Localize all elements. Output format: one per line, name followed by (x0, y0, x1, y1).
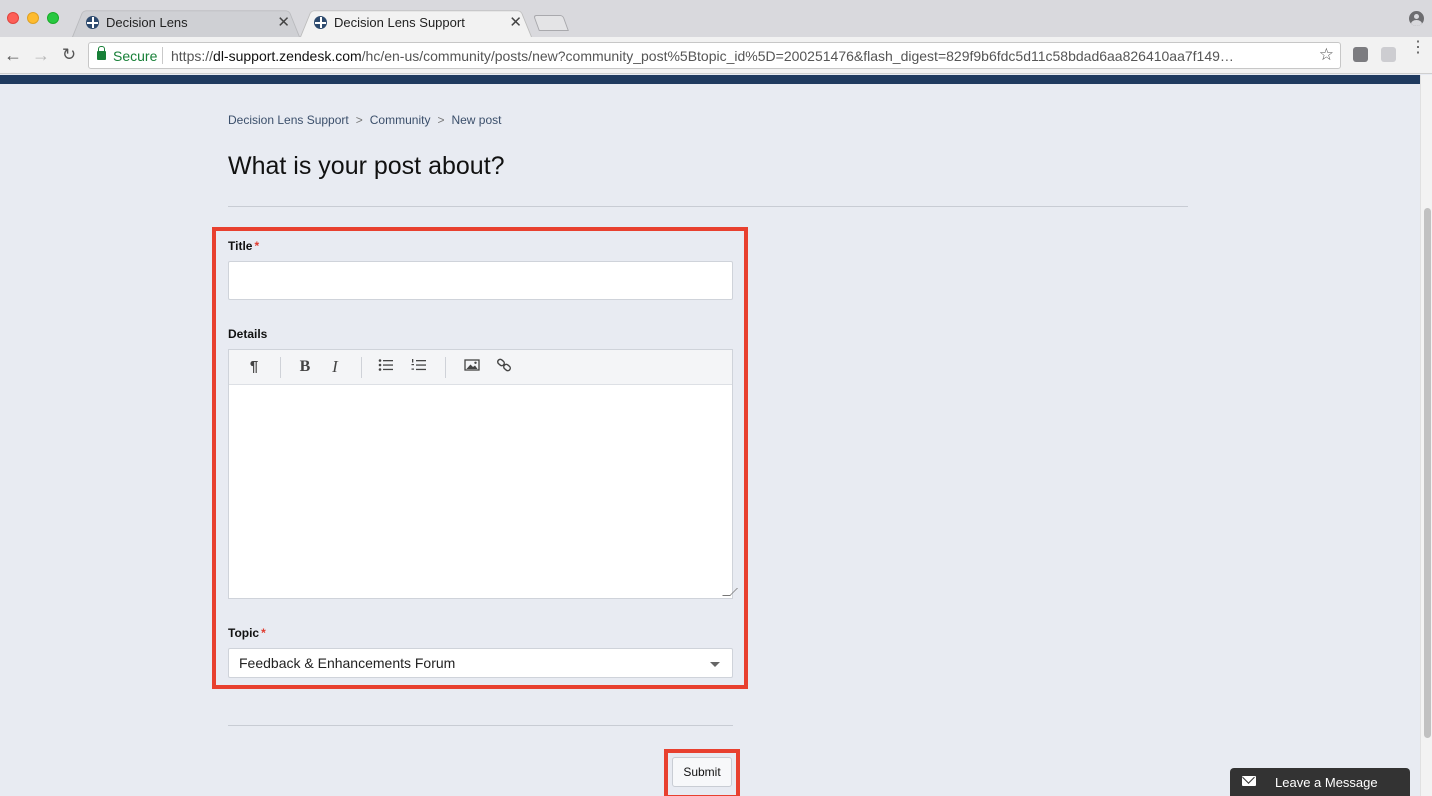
page-scrollbar[interactable] (1420, 75, 1432, 796)
editor-toolbar: ¶ B I (229, 350, 732, 385)
toolbar-divider (280, 357, 281, 378)
breadcrumb-separator: > (355, 113, 363, 127)
toolbar-divider (445, 357, 446, 378)
url-path: /hc/en-us/community/posts/new?community_… (361, 48, 1234, 64)
title-label-text: Title (228, 239, 253, 253)
toolbar-divider (361, 357, 362, 378)
bold-icon[interactable]: B (295, 358, 315, 376)
tab-label: Decision Lens Support (334, 15, 465, 30)
tab-label: Decision Lens (106, 15, 188, 30)
minimize-window-button[interactable] (27, 12, 39, 24)
close-tab-icon[interactable]: ✕ (509, 13, 522, 31)
breadcrumb-community-link[interactable]: Community (370, 113, 431, 127)
image-icon[interactable] (462, 358, 482, 376)
url-host: dl-support.zendesk.com (213, 48, 362, 64)
envelope-icon (1242, 776, 1256, 786)
topic-selected-value: Feedback & Enhancements Forum (239, 655, 456, 671)
leave-message-widget[interactable]: Leave a Message (1230, 768, 1410, 796)
secure-label: Secure (113, 48, 158, 64)
back-icon[interactable]: ← (3, 45, 23, 65)
breadcrumb-new-post-link[interactable]: New post (451, 113, 501, 127)
new-tab-button[interactable] (533, 15, 569, 31)
breadcrumb-separator: > (437, 113, 445, 127)
leave-message-label: Leave a Message (1275, 775, 1378, 790)
decision-lens-favicon-icon (314, 16, 327, 29)
breadcrumb-support-link[interactable]: Decision Lens Support (228, 113, 349, 127)
browser-tab-strip: Decision Lens ✕ Decision Lens Support ✕ (0, 0, 1432, 37)
breadcrumb: Decision Lens Support > Community > New post (228, 113, 502, 127)
details-label: Details (228, 327, 268, 341)
decision-lens-favicon-icon (86, 16, 99, 29)
tab-decision-lens[interactable]: Decision Lens ✕ (72, 7, 300, 37)
close-window-button[interactable] (7, 12, 19, 24)
close-tab-icon[interactable]: ✕ (277, 13, 290, 31)
zoom-window-button[interactable] (47, 12, 59, 24)
url-divider (162, 47, 163, 64)
url-text[interactable]: https://dl-support.zendesk.com/hc/en-us/… (171, 48, 1311, 64)
topic-select[interactable]: Feedback & Enhancements Forum (228, 648, 733, 678)
chevron-down-icon (710, 662, 720, 667)
extension-icon[interactable] (1353, 47, 1368, 62)
reload-icon[interactable]: ↻ (59, 45, 79, 65)
numbered-list-icon[interactable] (409, 358, 429, 376)
details-editor[interactable]: ¶ B I (228, 349, 738, 599)
lock-icon (97, 46, 106, 60)
title-label: Title * (228, 239, 259, 253)
required-mark: * (261, 626, 266, 640)
browser-toolbar: ← → ↻ Secure https://dl-support.zendesk.… (0, 37, 1432, 74)
page-content: Decision Lens Support > Community > New post… (0, 75, 1420, 796)
italic-icon[interactable]: I (325, 358, 345, 376)
page-title: What is your post about? (228, 152, 505, 180)
tab-decision-lens-support[interactable]: Decision Lens Support ✕ (300, 7, 532, 37)
star-icon[interactable]: ☆ (1319, 45, 1334, 65)
form-bottom-divider (228, 725, 733, 726)
url-prefix: https:// (171, 48, 214, 64)
bulleted-list-icon[interactable] (376, 358, 396, 376)
site-header-strip (0, 75, 1420, 84)
paragraph-format-icon[interactable]: ¶ (244, 358, 264, 376)
profile-icon[interactable] (1409, 11, 1424, 26)
menu-icon[interactable]: ⋮ (1410, 40, 1426, 56)
title-input[interactable] (228, 261, 733, 300)
topic-label: Topic * (228, 626, 266, 640)
forward-icon[interactable]: → (31, 45, 51, 65)
address-bar[interactable]: Secure https://dl-support.zendesk.com/hc… (88, 42, 1341, 69)
extension-icon[interactable] (1381, 47, 1396, 62)
link-icon[interactable] (494, 358, 514, 376)
scrollbar-thumb[interactable] (1424, 208, 1431, 738)
title-divider (228, 206, 1188, 207)
required-mark: * (254, 239, 260, 253)
topic-label-text: Topic (228, 626, 260, 640)
submit-button[interactable]: Submit (672, 757, 732, 787)
